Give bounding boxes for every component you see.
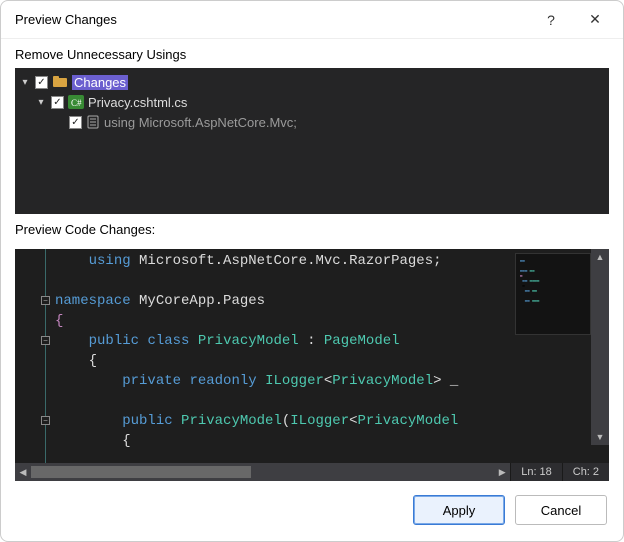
folder-icon: [52, 75, 68, 89]
titlebar: Preview Changes ? ✕: [1, 1, 623, 39]
window-title: Preview Changes: [15, 12, 117, 27]
apply-button[interactable]: Apply: [413, 495, 505, 525]
svg-text:C#: C#: [71, 98, 82, 108]
code-section-label: Preview Code Changes:: [1, 214, 623, 243]
code-preview-panel: −−− using Microsoft.AspNetCore.Mvc.Razor…: [15, 249, 609, 481]
checkbox[interactable]: ✓: [35, 76, 48, 89]
fold-toggle-icon[interactable]: −: [41, 296, 50, 305]
code-gutter: − − −: [15, 249, 55, 463]
document-icon: [86, 115, 100, 129]
tree-using-line[interactable]: ✓ using Microsoft.AspNetCore.Mvc;: [17, 112, 607, 132]
twisty-icon[interactable]: ▾: [35, 97, 47, 108]
scroll-left-icon[interactable]: ◀: [15, 467, 31, 478]
csharp-file-icon: C#: [68, 95, 84, 109]
code-minimap[interactable]: ▬▬ ▬▬▬ ▬▬ ▬ ▬▬ ▬▬▬▬ ▬ ▬▬ ▬▬ ▬▬ ▬▬▬: [515, 253, 591, 335]
tree-node-label: using Microsoft.AspNetCore.Mvc;: [104, 115, 297, 130]
checkbox[interactable]: ✓: [69, 116, 82, 129]
tree-section-label: Remove Unnecessary Usings: [1, 39, 623, 68]
scrollbar-thumb[interactable]: [31, 466, 251, 478]
vertical-scrollbar[interactable]: ▲ ▼: [591, 249, 609, 445]
dialog-buttons: Apply Cancel: [1, 481, 623, 539]
fold-toggle-icon[interactable]: −: [41, 416, 50, 425]
status-line: Ln:18: [510, 463, 562, 481]
help-button[interactable]: ?: [529, 5, 573, 35]
spacer: [53, 117, 65, 128]
cancel-button[interactable]: Cancel: [515, 495, 607, 525]
status-column: Ch:2: [562, 463, 609, 481]
tree-root-changes[interactable]: ▾ ✓ Changes: [17, 72, 607, 92]
checkbox[interactable]: ✓: [51, 96, 64, 109]
twisty-icon[interactable]: ▾: [19, 77, 31, 88]
tree-file-privacy[interactable]: ▾ ✓ C# Privacy.cshtml.cs: [17, 92, 607, 112]
changes-tree[interactable]: ▾ ✓ Changes ▾ ✓ C# Privacy.cshtml.cs ✓ u…: [15, 68, 609, 214]
tree-node-label: Privacy.cshtml.cs: [88, 95, 187, 110]
tree-node-label: Changes: [72, 75, 128, 90]
close-button[interactable]: ✕: [573, 5, 617, 35]
scroll-right-icon[interactable]: ▶: [494, 467, 510, 478]
scroll-down-icon[interactable]: ▼: [591, 429, 609, 445]
scroll-up-icon[interactable]: ▲: [591, 249, 609, 265]
horizontal-scrollbar[interactable]: ◀ ▶: [15, 463, 510, 481]
fold-toggle-icon[interactable]: −: [41, 336, 50, 345]
